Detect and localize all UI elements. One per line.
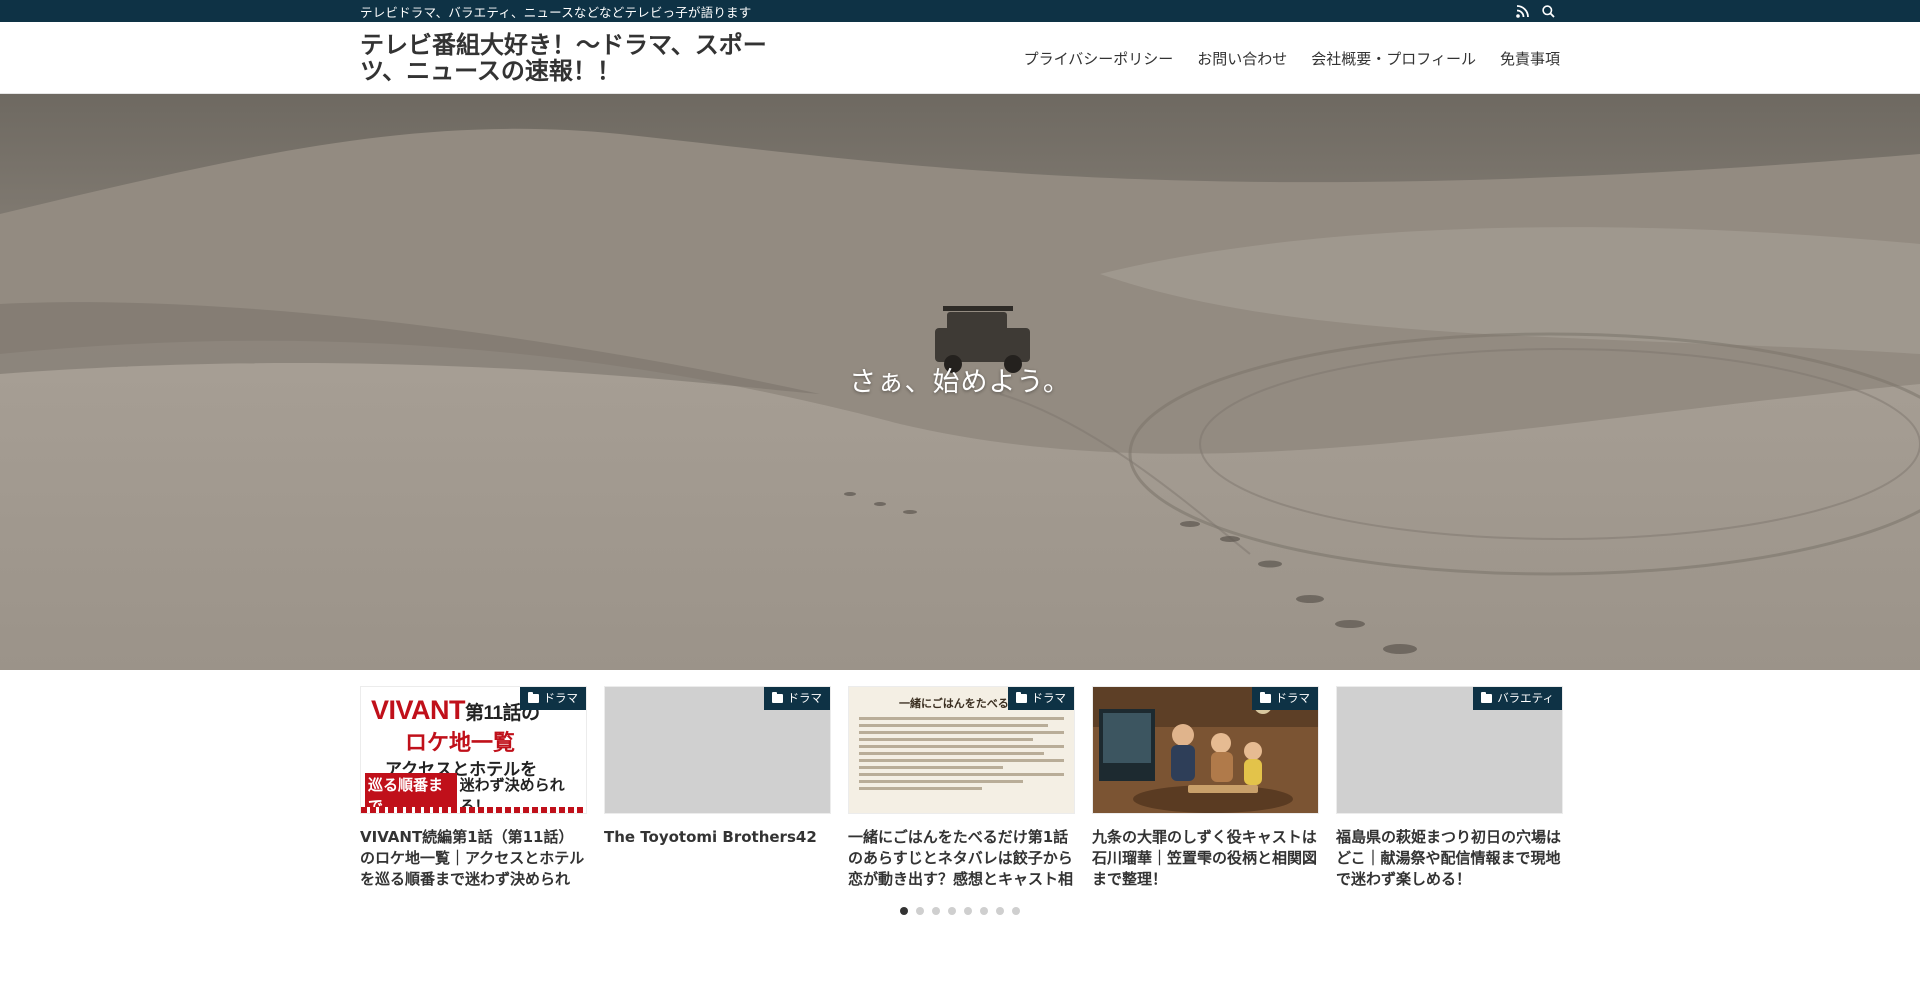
- card-title[interactable]: The Toyotomi Brothers42: [604, 827, 831, 848]
- carousel-card[interactable]: VIVANT第11話の ロケ地一覧 アクセスとホテルを 巡る順番まで 迷わず決めら…: [360, 686, 587, 890]
- card-thumbnail[interactable]: 一緒にごはんをたべるだけ ドラマ: [848, 686, 1075, 814]
- folder-icon: [771, 691, 783, 703]
- category-badge[interactable]: ドラマ: [519, 687, 586, 710]
- folder-icon: [1015, 691, 1027, 703]
- carousel-dot[interactable]: [900, 907, 908, 915]
- search-icon[interactable]: [1540, 3, 1556, 19]
- carousel-dot[interactable]: [996, 907, 1004, 915]
- card-thumbnail[interactable]: ドラマ: [604, 686, 831, 814]
- folder-icon: [1481, 691, 1493, 703]
- card-thumbnail[interactable]: バラエティ: [1336, 686, 1563, 814]
- hero-banner: さぁ、始めよう。: [0, 94, 1920, 670]
- hero-caption: さぁ、始めよう。: [849, 367, 1071, 398]
- card-title[interactable]: VIVANT続編第1話（第11話）のロケ地一覧｜アクセスとホテルを巡る順番まで迷…: [360, 827, 587, 890]
- nav-item-disclaimer[interactable]: 免責事項: [1500, 48, 1560, 69]
- thumb-stripe: [361, 807, 586, 813]
- card-title[interactable]: 一緒にごはんをたべるだけ第1話のあらすじとネタバレは餃子から恋が動き出す？感想と…: [848, 827, 1075, 890]
- nav-item-privacy-policy[interactable]: プライバシーポリシー: [1024, 48, 1174, 69]
- category-badge[interactable]: ドラマ: [1251, 687, 1318, 710]
- card-thumbnail[interactable]: VIVANT第11話の ロケ地一覧 アクセスとホテルを 巡る順番まで 迷わず決めら…: [360, 686, 587, 814]
- carousel-card[interactable]: ドラマ The Toyotomi Brothers42: [604, 686, 831, 890]
- folder-icon: [1259, 691, 1271, 703]
- carousel-card[interactable]: ドラマ 九条の大罪のしずく役キャストは石川瑠華｜笠置雫の役柄と相関図まで整理！: [1092, 686, 1319, 890]
- topbar-icons: [1514, 3, 1560, 19]
- card-thumbnail[interactable]: ドラマ: [1092, 686, 1319, 814]
- site-title[interactable]: テレビ番組大好き！～ドラマ、スポーツ、ニュースの速報！！: [360, 31, 780, 85]
- thumb-text: ロケ地一覧: [405, 731, 516, 756]
- carousel-dot[interactable]: [1012, 907, 1020, 915]
- post-carousel: VIVANT第11話の ロケ地一覧 アクセスとホテルを 巡る順番まで 迷わず決めら…: [360, 686, 1563, 915]
- site-description: テレビドラマ、バラエティ、ニュースなどなどテレビっ子が語ります: [360, 4, 752, 20]
- category-badge[interactable]: バラエティ: [1473, 687, 1562, 710]
- nav-item-contact[interactable]: お問い合わせ: [1197, 48, 1287, 69]
- global-nav: プライバシーポリシー お問い合わせ 会社概要・プロフィール 免責事項: [1024, 48, 1560, 69]
- thumb-text: VIVANT第11話の: [371, 695, 540, 725]
- carousel-card[interactable]: バラエティ 福島県の萩姫まつり初日の穴場はどこ｜献湯祭や配信情報まで現地で迷わず…: [1336, 686, 1563, 890]
- carousel-dot[interactable]: [948, 907, 956, 915]
- site-header: テレビ番組大好き！～ドラマ、スポーツ、ニュースの速報！！ プライバシーポリシー …: [0, 22, 1920, 94]
- folder-icon: [527, 691, 539, 703]
- top-strip: テレビドラマ、バラエティ、ニュースなどなどテレビっ子が語ります: [0, 0, 1920, 22]
- carousel-card[interactable]: 一緒にごはんをたべるだけ ドラマ 一緒にごはんをたべるだけ第1話のあらすじとネタ…: [848, 686, 1075, 890]
- category-badge[interactable]: ドラマ: [763, 687, 830, 710]
- rss-icon[interactable]: [1514, 3, 1530, 19]
- carousel-pagination: [360, 907, 1560, 915]
- nav-item-company-profile[interactable]: 会社概要・プロフィール: [1311, 48, 1476, 69]
- card-title[interactable]: 福島県の萩姫まつり初日の穴場はどこ｜献湯祭や配信情報まで現地で迷わず楽しめる！: [1336, 827, 1563, 890]
- card-title[interactable]: 九条の大罪のしずく役キャストは石川瑠華｜笠置雫の役柄と相関図まで整理！: [1092, 827, 1319, 890]
- carousel-dot[interactable]: [916, 907, 924, 915]
- category-badge[interactable]: ドラマ: [1007, 687, 1074, 710]
- carousel-dot[interactable]: [964, 907, 972, 915]
- thumb-text: 巡る順番まで 迷わず決められる！: [361, 773, 586, 813]
- thumb-text-lines: [859, 717, 1064, 794]
- carousel-dot[interactable]: [932, 907, 940, 915]
- carousel-dot[interactable]: [980, 907, 988, 915]
